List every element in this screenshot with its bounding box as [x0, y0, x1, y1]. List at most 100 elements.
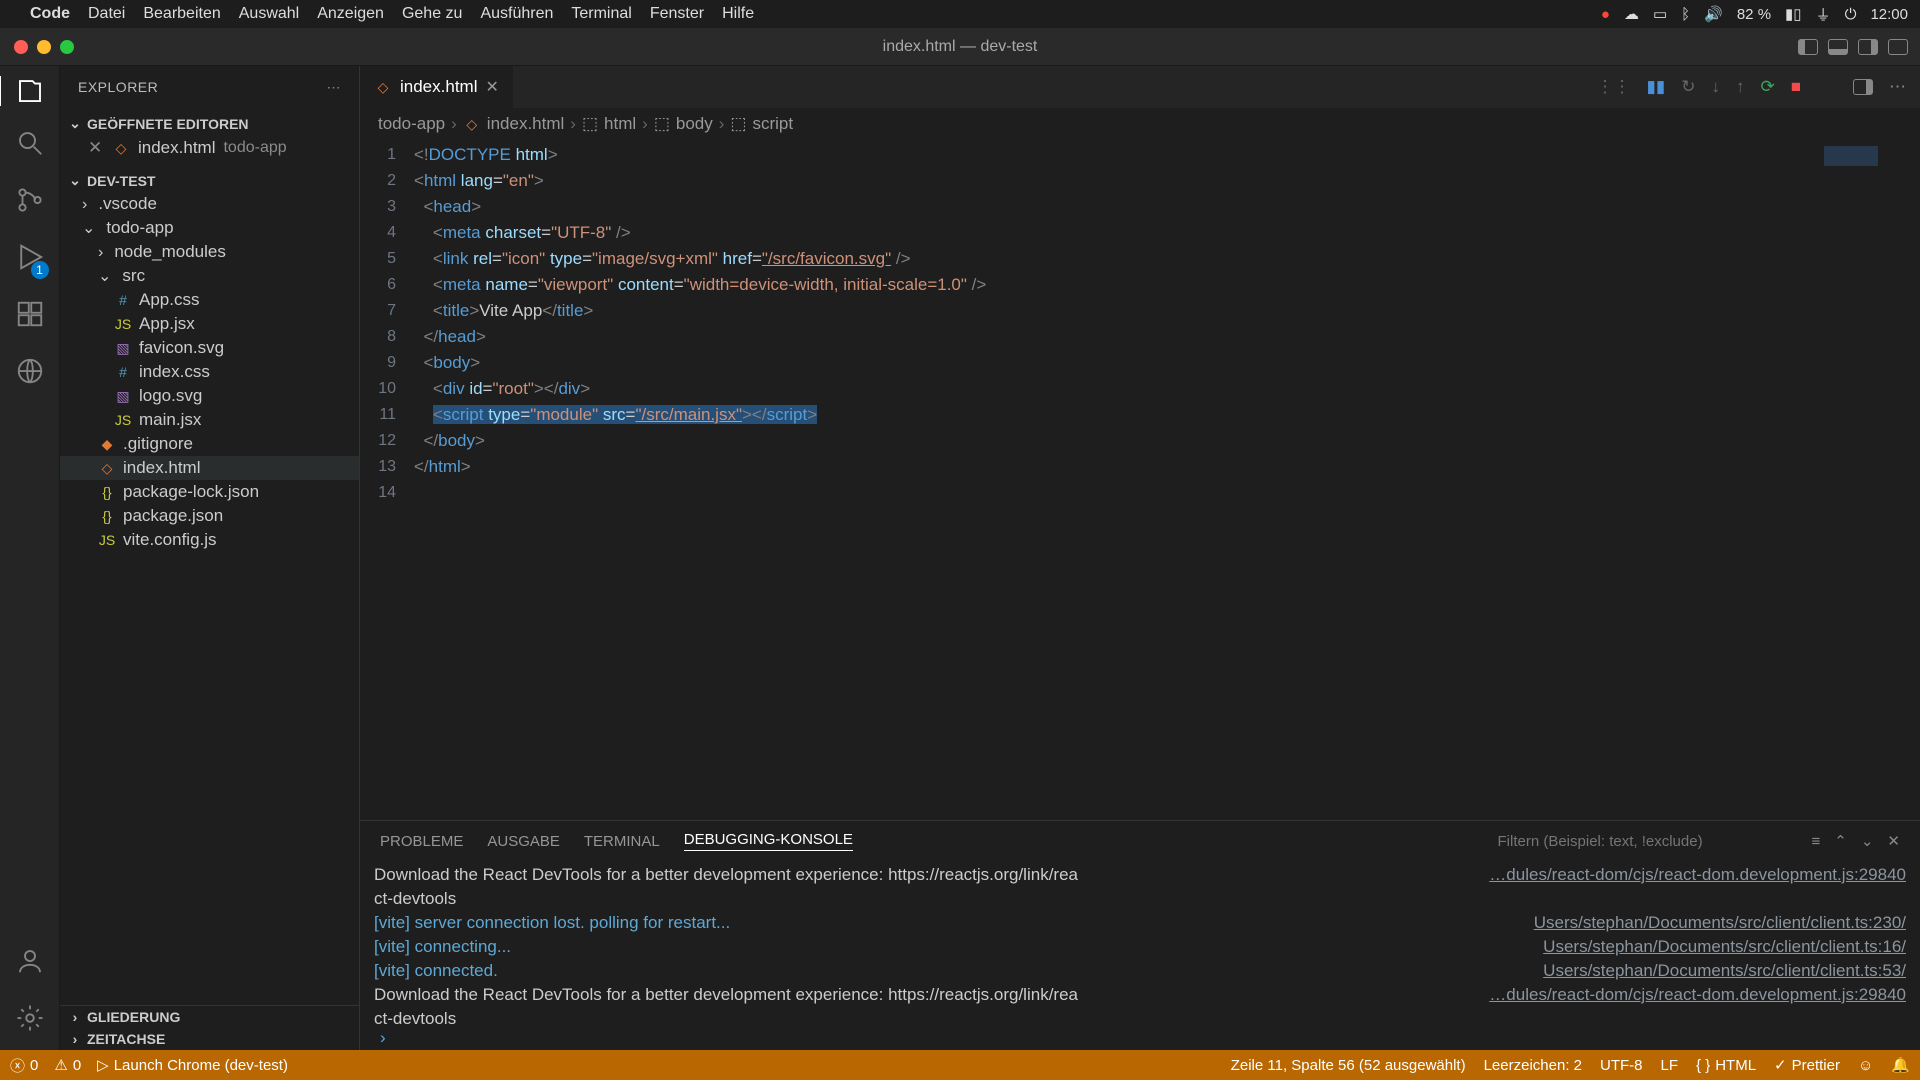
window-title: index.html — dev-test — [883, 38, 1038, 56]
breadcrumb-item[interactable]: html — [604, 114, 636, 134]
open-editor-item[interactable]: ✕ ◇ index.html todo-app — [60, 135, 359, 161]
breadcrumb-item[interactable]: todo-app — [378, 114, 445, 134]
breadcrumb-item[interactable]: index.html — [487, 114, 564, 134]
file-item[interactable]: ▧favicon.svg — [60, 336, 359, 360]
debug-console-prompt[interactable]: › — [360, 1026, 1920, 1050]
editor-more-icon[interactable]: ⋯ — [1889, 77, 1906, 97]
activity-account[interactable] — [15, 946, 45, 981]
tab-close-icon[interactable]: ✕ — [485, 77, 498, 97]
file-item[interactable]: ▧logo.svg — [60, 384, 359, 408]
menu-terminal[interactable]: Terminal — [571, 5, 631, 23]
window-close-button[interactable] — [14, 40, 28, 54]
menu-ausfuehren[interactable]: Ausführen — [480, 5, 553, 23]
status-encoding[interactable]: UTF-8 — [1600, 1057, 1643, 1074]
menu-datei[interactable]: Datei — [88, 5, 125, 23]
app-name[interactable]: Code — [30, 5, 70, 23]
battery-icon[interactable]: ▮▯ — [1785, 5, 1802, 23]
menu-bearbeiten[interactable]: Bearbeiten — [143, 5, 220, 23]
open-editors-header[interactable]: ⌄ GEÖFFNETE EDITOREN — [60, 112, 359, 135]
panel-close-icon[interactable]: ✕ — [1887, 832, 1900, 850]
debug-step-into-icon[interactable]: ↓ — [1711, 77, 1720, 97]
folder-item[interactable]: src — [60, 264, 359, 288]
window-minimize-button[interactable] — [37, 40, 51, 54]
cloud-icon[interactable]: ☁ — [1624, 5, 1639, 23]
close-editor-icon[interactable]: ✕ — [88, 138, 104, 158]
panel-tab-debug-console[interactable]: DEBUGGING-KONSOLE — [684, 831, 853, 851]
file-item[interactable]: ◇index.html — [60, 456, 359, 480]
status-prettier[interactable]: ✓ Prettier — [1774, 1056, 1840, 1074]
file-item[interactable]: #App.css — [60, 288, 359, 312]
folder-item[interactable]: todo-app — [60, 216, 359, 240]
debug-restart-icon[interactable]: ⟳ — [1760, 77, 1774, 97]
explorer-more-icon[interactable]: ⋯ — [327, 79, 342, 96]
rec-icon[interactable]: ● — [1601, 6, 1610, 23]
line-gutter[interactable]: 1234567891011121314 — [360, 140, 414, 820]
screen-icon[interactable]: ▭ — [1653, 5, 1667, 23]
layout-sidebar-left-icon[interactable] — [1798, 39, 1818, 55]
folder-item[interactable]: .vscode — [60, 192, 359, 216]
outline-header[interactable]: ›GLIEDERUNG — [60, 1006, 359, 1028]
status-warnings[interactable]: ⚠ 0 — [54, 1056, 81, 1074]
file-item[interactable]: {}package-lock.json — [60, 480, 359, 504]
debug-pause-icon[interactable]: ▮▮ — [1647, 77, 1666, 97]
menu-anzeigen[interactable]: Anzeigen — [317, 5, 384, 23]
debug-step-over-icon[interactable]: ↻ — [1681, 77, 1695, 97]
panel-tab-ausgabe[interactable]: AUSGABE — [487, 833, 560, 850]
activity-scm[interactable] — [15, 185, 45, 220]
menu-gehezu[interactable]: Gehe zu — [402, 5, 462, 23]
layout-sidebar-right-icon[interactable] — [1858, 39, 1878, 55]
file-item[interactable]: JSApp.jsx — [60, 312, 359, 336]
status-errors[interactable]: ⓧ 0 — [10, 1055, 38, 1076]
activity-settings[interactable] — [15, 1003, 45, 1038]
activity-debug[interactable]: 1 — [15, 242, 45, 277]
debug-gripper-icon[interactable]: ⋮⋮ — [1597, 77, 1631, 97]
split-editor-icon[interactable] — [1853, 79, 1873, 95]
timeline-header[interactable]: ›ZEITACHSE — [60, 1028, 359, 1050]
panel-maximize-icon[interactable]: ⌄ — [1861, 832, 1874, 850]
file-item[interactable]: JSmain.jsx — [60, 408, 359, 432]
status-cursor-position[interactable]: Zeile 11, Spalte 56 (52 ausgewählt) — [1231, 1057, 1466, 1074]
debug-console-output[interactable]: Download the React DevTools for a better… — [360, 861, 1920, 1026]
breadcrumb-item[interactable]: body — [676, 114, 713, 134]
minimap[interactable] — [1810, 140, 1920, 820]
editor-tab[interactable]: ◇ index.html ✕ — [360, 66, 514, 108]
status-feedback-icon[interactable]: ☺ — [1858, 1057, 1873, 1074]
activity-search[interactable] — [15, 128, 45, 163]
menu-fenster[interactable]: Fenster — [650, 5, 704, 23]
status-eol[interactable]: LF — [1661, 1057, 1679, 1074]
status-launch-config[interactable]: ▷ Launch Chrome (dev-test) — [97, 1056, 288, 1074]
breadcrumb[interactable]: todo-app› ◇ index.html› ⬚html› ⬚body› ⬚s… — [360, 108, 1920, 140]
menu-hilfe[interactable]: Hilfe — [722, 5, 754, 23]
breadcrumb-item[interactable]: script — [752, 114, 793, 134]
volume-icon[interactable]: 🔊 — [1704, 5, 1723, 23]
file-item[interactable]: JSvite.config.js — [60, 528, 359, 552]
status-language[interactable]: { } HTML — [1696, 1057, 1756, 1074]
window-zoom-button[interactable] — [60, 40, 74, 54]
debug-stop-icon[interactable]: ■ — [1791, 77, 1801, 97]
menu-auswahl[interactable]: Auswahl — [239, 5, 299, 23]
wifi-icon[interactable]: ⏚ — [1816, 4, 1831, 25]
activity-extensions[interactable] — [15, 299, 45, 334]
panel-tab-probleme[interactable]: PROBLEME — [380, 833, 463, 850]
activity-explorer[interactable] — [0, 76, 59, 106]
layout-panel-icon[interactable] — [1828, 39, 1848, 55]
folder-item[interactable]: node_modules — [60, 240, 359, 264]
file-item[interactable]: {}package.json — [60, 504, 359, 528]
panel-filter-input[interactable] — [1498, 833, 1798, 850]
activity-remote[interactable] — [15, 356, 45, 391]
status-bell-icon[interactable]: 🔔 — [1891, 1056, 1910, 1074]
open-editor-filename: index.html — [138, 138, 215, 158]
file-item[interactable]: #index.css — [60, 360, 359, 384]
bluetooth-icon[interactable]: ᛒ — [1681, 6, 1690, 23]
panel-filter-icon[interactable]: ≡ — [1812, 833, 1821, 850]
code-editor[interactable]: <!DOCTYPE html><html lang="en"> <head> <… — [414, 140, 1810, 820]
workspace-header[interactable]: ⌄ DEV-TEST — [60, 169, 359, 192]
clock[interactable]: 12:00 — [1870, 6, 1908, 23]
layout-customize-icon[interactable] — [1888, 39, 1908, 55]
control-center-icon[interactable]: ⏻ — [1845, 6, 1857, 23]
panel-collapse-icon[interactable]: ⌃ — [1834, 832, 1847, 850]
panel-tab-terminal[interactable]: TERMINAL — [584, 833, 660, 850]
file-item[interactable]: ◆.gitignore — [60, 432, 359, 456]
status-indentation[interactable]: Leerzeichen: 2 — [1484, 1057, 1582, 1074]
debug-step-out-icon[interactable]: ↑ — [1736, 77, 1745, 97]
